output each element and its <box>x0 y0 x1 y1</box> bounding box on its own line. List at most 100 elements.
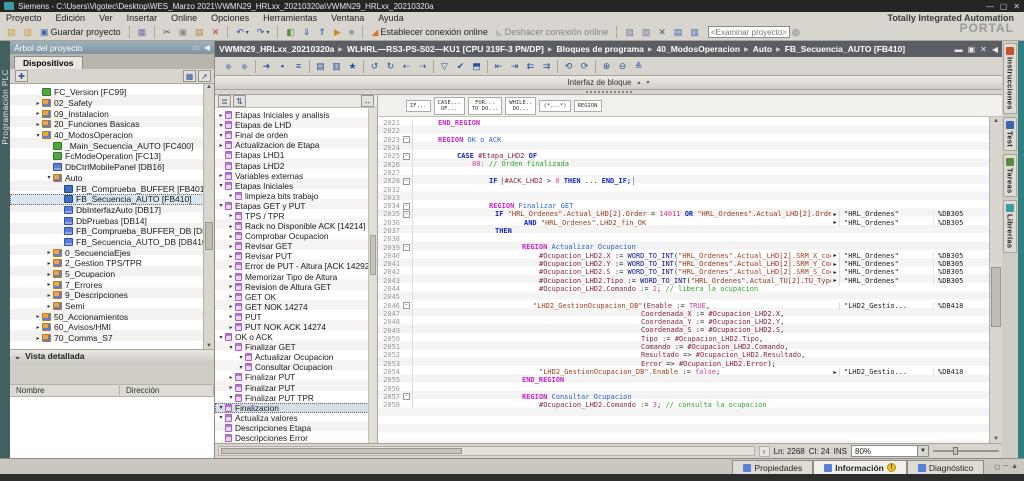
region-nav-item[interactable]: ▾Finalizar GET <box>215 342 377 352</box>
collapsed-arrow-icon[interactable]: ▸ <box>227 192 235 199</box>
code-text[interactable]: IF #ACK_LHD2 > 0 THEN ... END_IF; <box>412 177 831 185</box>
collapsed-arrow-icon[interactable]: ▸ <box>45 249 53 256</box>
symbol-name[interactable]: "HRL_Ordenes" <box>840 260 933 268</box>
region-nav-item[interactable]: ▸Finalizar PUT <box>215 372 377 382</box>
project-tree-item[interactable]: FB_Comprueba_BUFFER_DB [DB401] <box>10 226 214 237</box>
collapsed-arrow-icon[interactable]: ▸ <box>227 243 235 250</box>
scrollbar-thumb[interactable] <box>221 448 462 454</box>
block-interface-icon[interactable]: ▤ <box>313 59 328 74</box>
add-folder-icon[interactable]: ✚ <box>15 70 28 82</box>
region-nav-item[interactable]: ▾Consultar Ocupacion <box>215 362 377 372</box>
menu-herramientas[interactable]: Herramientas <box>263 13 317 23</box>
project-tree-item[interactable]: ▸09_Instalacion <box>10 108 214 119</box>
collapsed-arrow-icon[interactable]: ▸ <box>34 335 42 342</box>
collapse-all-icon[interactable]: ⇅ <box>233 95 246 107</box>
chevron-down-icon[interactable]: ⌄ <box>14 351 21 362</box>
redo-button[interactable]: ↷▾ <box>254 25 273 39</box>
task-card-tareas[interactable]: Tareas <box>1003 154 1017 197</box>
search-project-icon[interactable]: ◎ <box>792 27 800 37</box>
project-tree-item[interactable]: DbInterfazAuto [DB17] <box>10 205 214 216</box>
project-tree-item[interactable]: ▸9_Descripciones <box>10 290 214 301</box>
project-tree-item[interactable]: FcModeOperation [FC13] <box>10 151 214 162</box>
editor-minimize-icon[interactable]: ▬ <box>955 45 963 54</box>
task-card-librerías[interactable]: Librerías <box>1003 200 1017 252</box>
maximize-icon[interactable]: ▢ <box>1000 2 1008 11</box>
code-text[interactable]: THEN <box>412 227 831 235</box>
chevron-down-icon[interactable]: ▼ <box>917 446 928 456</box>
code-view[interactable]: 2021END_REGION20222023−REGION OK o ACK20… <box>378 117 989 443</box>
code-text[interactable]: #Ocupacion_LHD2.Y := WORD_TO_INT("HRL_Or… <box>412 260 831 268</box>
breadcrumb-item[interactable]: WLHRL—RS3-PS-S02—KU1 [CPU 319F-3 PN/DP] <box>347 44 544 54</box>
project-tree-item[interactable]: ▸60_Avisos/HMI <box>10 322 214 333</box>
scrollbar-thumb[interactable] <box>370 235 376 275</box>
expand-all-icon[interactable]: ≣ <box>218 95 231 107</box>
monitor-on-off-icon[interactable]: ⟲ <box>561 59 576 74</box>
start-simulation-button[interactable]: ▧ <box>639 25 654 39</box>
expanded-arrow-icon[interactable]: ▾ <box>217 202 225 209</box>
expanded-arrow-icon[interactable]: ▾ <box>217 414 225 421</box>
split-editor-horizontal-button[interactable]: ▤ <box>671 25 686 39</box>
inspector-minimize-icon[interactable]: ─ <box>1003 463 1008 471</box>
goto-next-icon[interactable]: ⇥ <box>507 59 522 74</box>
code-text[interactable]: REGION OK o ACK <box>412 136 831 144</box>
interface-expand-down-icon[interactable]: ▾ <box>647 79 650 86</box>
code-text[interactable]: END_REGION <box>412 119 831 127</box>
region-nav-item[interactable]: ▸GET NOK 14274 <box>215 302 377 312</box>
project-tree-item[interactable]: ▸7_Errores <box>10 279 214 290</box>
expanded-arrow-icon[interactable]: ▾ <box>217 334 225 341</box>
collapsed-arrow-icon[interactable]: ▸ <box>45 281 53 288</box>
code-text[interactable]: REGION Finalizar GET <box>412 202 831 210</box>
search-input[interactable] <box>708 26 790 38</box>
region-nav-item[interactable]: ▸TPS / TPR <box>215 211 377 221</box>
code-text[interactable]: AND "HRL_Ordenes".LHD2_fin_OK <box>412 219 831 227</box>
region-nav-item[interactable]: ▸Rack no Disponible ACK [14214] <box>215 221 377 231</box>
region-nav-item[interactable]: ▾Actualiza valores <box>215 413 377 423</box>
project-tree-item[interactable]: FB_Comprueba_BUFFER [FB401] <box>10 183 214 194</box>
menu-edición[interactable]: Edición <box>56 13 86 23</box>
fold-collapse-icon[interactable]: − <box>403 302 410 309</box>
region-nav-item[interactable]: ▾OK o ACK <box>215 332 377 342</box>
open-project-button[interactable]: ▥ <box>21 25 36 39</box>
collapsed-code-box[interactable]: #ACK_LHD2 > 0 THEN ... END_IF; <box>502 177 634 185</box>
slider-thumb[interactable] <box>953 447 958 455</box>
goto-previous-icon[interactable]: ⇤ <box>491 59 506 74</box>
save-project-button[interactable]: ▣Guardar proyecto <box>37 25 124 39</box>
code-text[interactable]: #Ocupacion_LHD2.Comando := 3; // consult… <box>412 401 831 409</box>
favorites-icon[interactable]: ★ <box>345 59 360 74</box>
code-text[interactable]: Coordenada_S := #Ocupacion_LHD2.S, <box>412 326 831 334</box>
snippet-if-button[interactable]: IF... <box>406 100 431 112</box>
details-view-icon[interactable]: ▦ <box>183 70 196 82</box>
chevron-down-icon[interactable]: ▾ <box>266 29 269 36</box>
scroll-up-icon[interactable]: ▲ <box>990 118 1002 124</box>
region-nav-item[interactable]: ▸Etapas Iniciales y analisis <box>215 110 377 120</box>
collapsed-arrow-icon[interactable]: ▸ <box>217 142 225 149</box>
code-text[interactable] <box>412 194 831 202</box>
expanded-arrow-icon[interactable]: ▾ <box>237 364 245 371</box>
open-element-icon[interactable]: ➚ <box>198 70 211 82</box>
collapsed-arrow-icon[interactable]: ▸ <box>45 303 53 310</box>
region-nav-item[interactable]: ▸Revisar PUT <box>215 251 377 261</box>
code-text[interactable]: Coordenada_X := #Ocupacion_LHD2.X, <box>412 310 831 318</box>
region-nav-item[interactable]: ▸Variables externas <box>215 171 377 181</box>
region-nav-item[interactable]: ▸Error de PUT - Altura [ACK 14292] <box>215 261 377 271</box>
minimize-icon[interactable]: — <box>986 2 994 11</box>
block-interface-bar[interactable]: Interfaz de bloque ▴ ▾ <box>215 76 1002 90</box>
collapsed-arrow-icon[interactable]: ▸ <box>227 324 235 331</box>
delete-button[interactable]: ✕ <box>209 25 223 39</box>
project-tree-scrollbar[interactable]: ▲ ▼ <box>203 84 214 349</box>
menu-proyecto[interactable]: Proyecto <box>6 13 42 23</box>
add-row-icon[interactable]: ▪ <box>275 59 290 74</box>
collapsed-arrow-icon[interactable]: ▸ <box>34 121 42 128</box>
remove-split-button[interactable]: ✕ <box>655 25 669 39</box>
collapsed-arrow-icon[interactable]: ▸ <box>34 324 42 331</box>
menu-ver[interactable]: Ver <box>99 13 113 23</box>
breadcrumb-item[interactable]: Auto <box>753 44 772 54</box>
project-tree-item[interactable]: ▾Auto <box>10 173 214 184</box>
code-text[interactable] <box>412 293 831 301</box>
cut-button[interactable]: ✂ <box>160 25 174 39</box>
project-tree-item[interactable]: ▸5_Ocupacion <box>10 269 214 280</box>
zoom-slider[interactable] <box>933 446 999 456</box>
region-nav-item[interactable]: ▸GET OK <box>215 292 377 302</box>
code-vertical-scrollbar[interactable]: ▲ ▼ <box>989 117 1002 443</box>
fold-collapse-icon[interactable]: − <box>403 393 410 400</box>
